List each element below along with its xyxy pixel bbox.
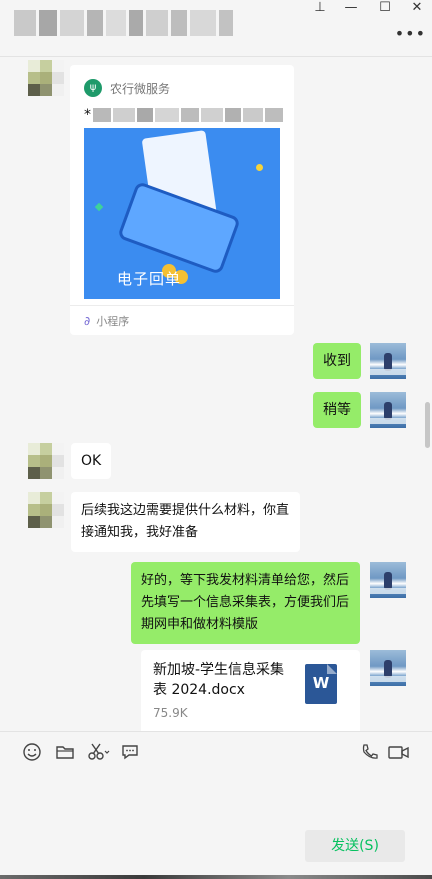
mini-program-footer-label: 小程序: [96, 314, 130, 328]
chat-scrollbar[interactable]: [425, 402, 430, 448]
decor-diamond: [94, 202, 104, 212]
my-message-bubble[interactable]: 稍等: [313, 392, 361, 428]
mini-program-app-name: 农行微服务: [110, 81, 171, 96]
file-name: 新加坡-学生信息采集表 2024.docx: [153, 662, 285, 698]
phone-icon[interactable]: [359, 742, 381, 764]
my-avatar[interactable]: [370, 392, 406, 428]
bottom-edge: [0, 875, 432, 879]
contact-avatar[interactable]: [28, 60, 64, 96]
mini-program-desc-prefix: *: [84, 107, 91, 123]
mini-program-card[interactable]: ψ 农行微服务 * 电子回单 ∂ 小程序: [70, 65, 294, 335]
contact-message-bubble[interactable]: 后续我这边需要提供什么材料，你直接通知我，我好准备: [71, 492, 300, 552]
contact-avatar[interactable]: [28, 492, 64, 528]
input-toolbar: [0, 732, 432, 776]
chat-title-blurred: [14, 10, 233, 38]
file-message-card[interactable]: 新加坡-学生信息采集表 2024.docx 75.9K W: [141, 650, 360, 731]
maximize-icon[interactable]: ☐: [370, 0, 400, 18]
phone-illustration: [117, 180, 241, 276]
my-avatar[interactable]: [370, 650, 406, 686]
abc-logo-icon: ψ: [84, 79, 102, 97]
mini-program-description: *: [84, 105, 284, 125]
chat-bubble-icon[interactable]: [119, 742, 141, 764]
mini-program-icon: ∂: [84, 313, 91, 328]
mini-program-header: ψ 农行微服务: [84, 79, 170, 97]
emoji-icon[interactable]: [21, 742, 43, 764]
more-icon[interactable]: •••: [395, 24, 426, 43]
folder-icon[interactable]: [54, 742, 76, 764]
banner-title: 电子回单: [116, 270, 181, 288]
file-size: 75.9K: [153, 706, 188, 720]
video-icon[interactable]: [386, 742, 412, 764]
contact-avatar[interactable]: [28, 443, 64, 479]
contact-message-bubble[interactable]: OK: [71, 443, 112, 479]
my-message-bubble[interactable]: 收到: [313, 343, 361, 379]
file-type-letter: W: [312, 674, 330, 692]
send-button[interactable]: 发送(S): [305, 830, 405, 862]
close-icon[interactable]: ✕: [402, 0, 432, 18]
message-input[interactable]: [0, 776, 432, 826]
decor-dot: [256, 164, 263, 171]
title-bar: ⊥ — ☐ ✕ •••: [0, 0, 432, 56]
my-avatar[interactable]: [370, 562, 406, 598]
minimize-icon[interactable]: —: [336, 0, 366, 18]
pin-icon[interactable]: ⊥: [305, 0, 335, 18]
word-document-icon: W: [305, 664, 337, 704]
my-avatar[interactable]: [370, 343, 406, 379]
mini-program-banner: 电子回单: [84, 128, 280, 299]
my-message-bubble[interactable]: 好的，等下我发材料清单给您，然后先填写一个信息采集表，方便我们后期网申和做材料模…: [131, 562, 360, 644]
scissors-icon[interactable]: [86, 742, 112, 764]
mini-program-footer: ∂ 小程序: [70, 305, 294, 335]
chat-message-list[interactable]: ψ 农行微服务 * 电子回单 ∂ 小程序 收到 稍等 OK 后续我这边需要提供什…: [0, 57, 432, 731]
